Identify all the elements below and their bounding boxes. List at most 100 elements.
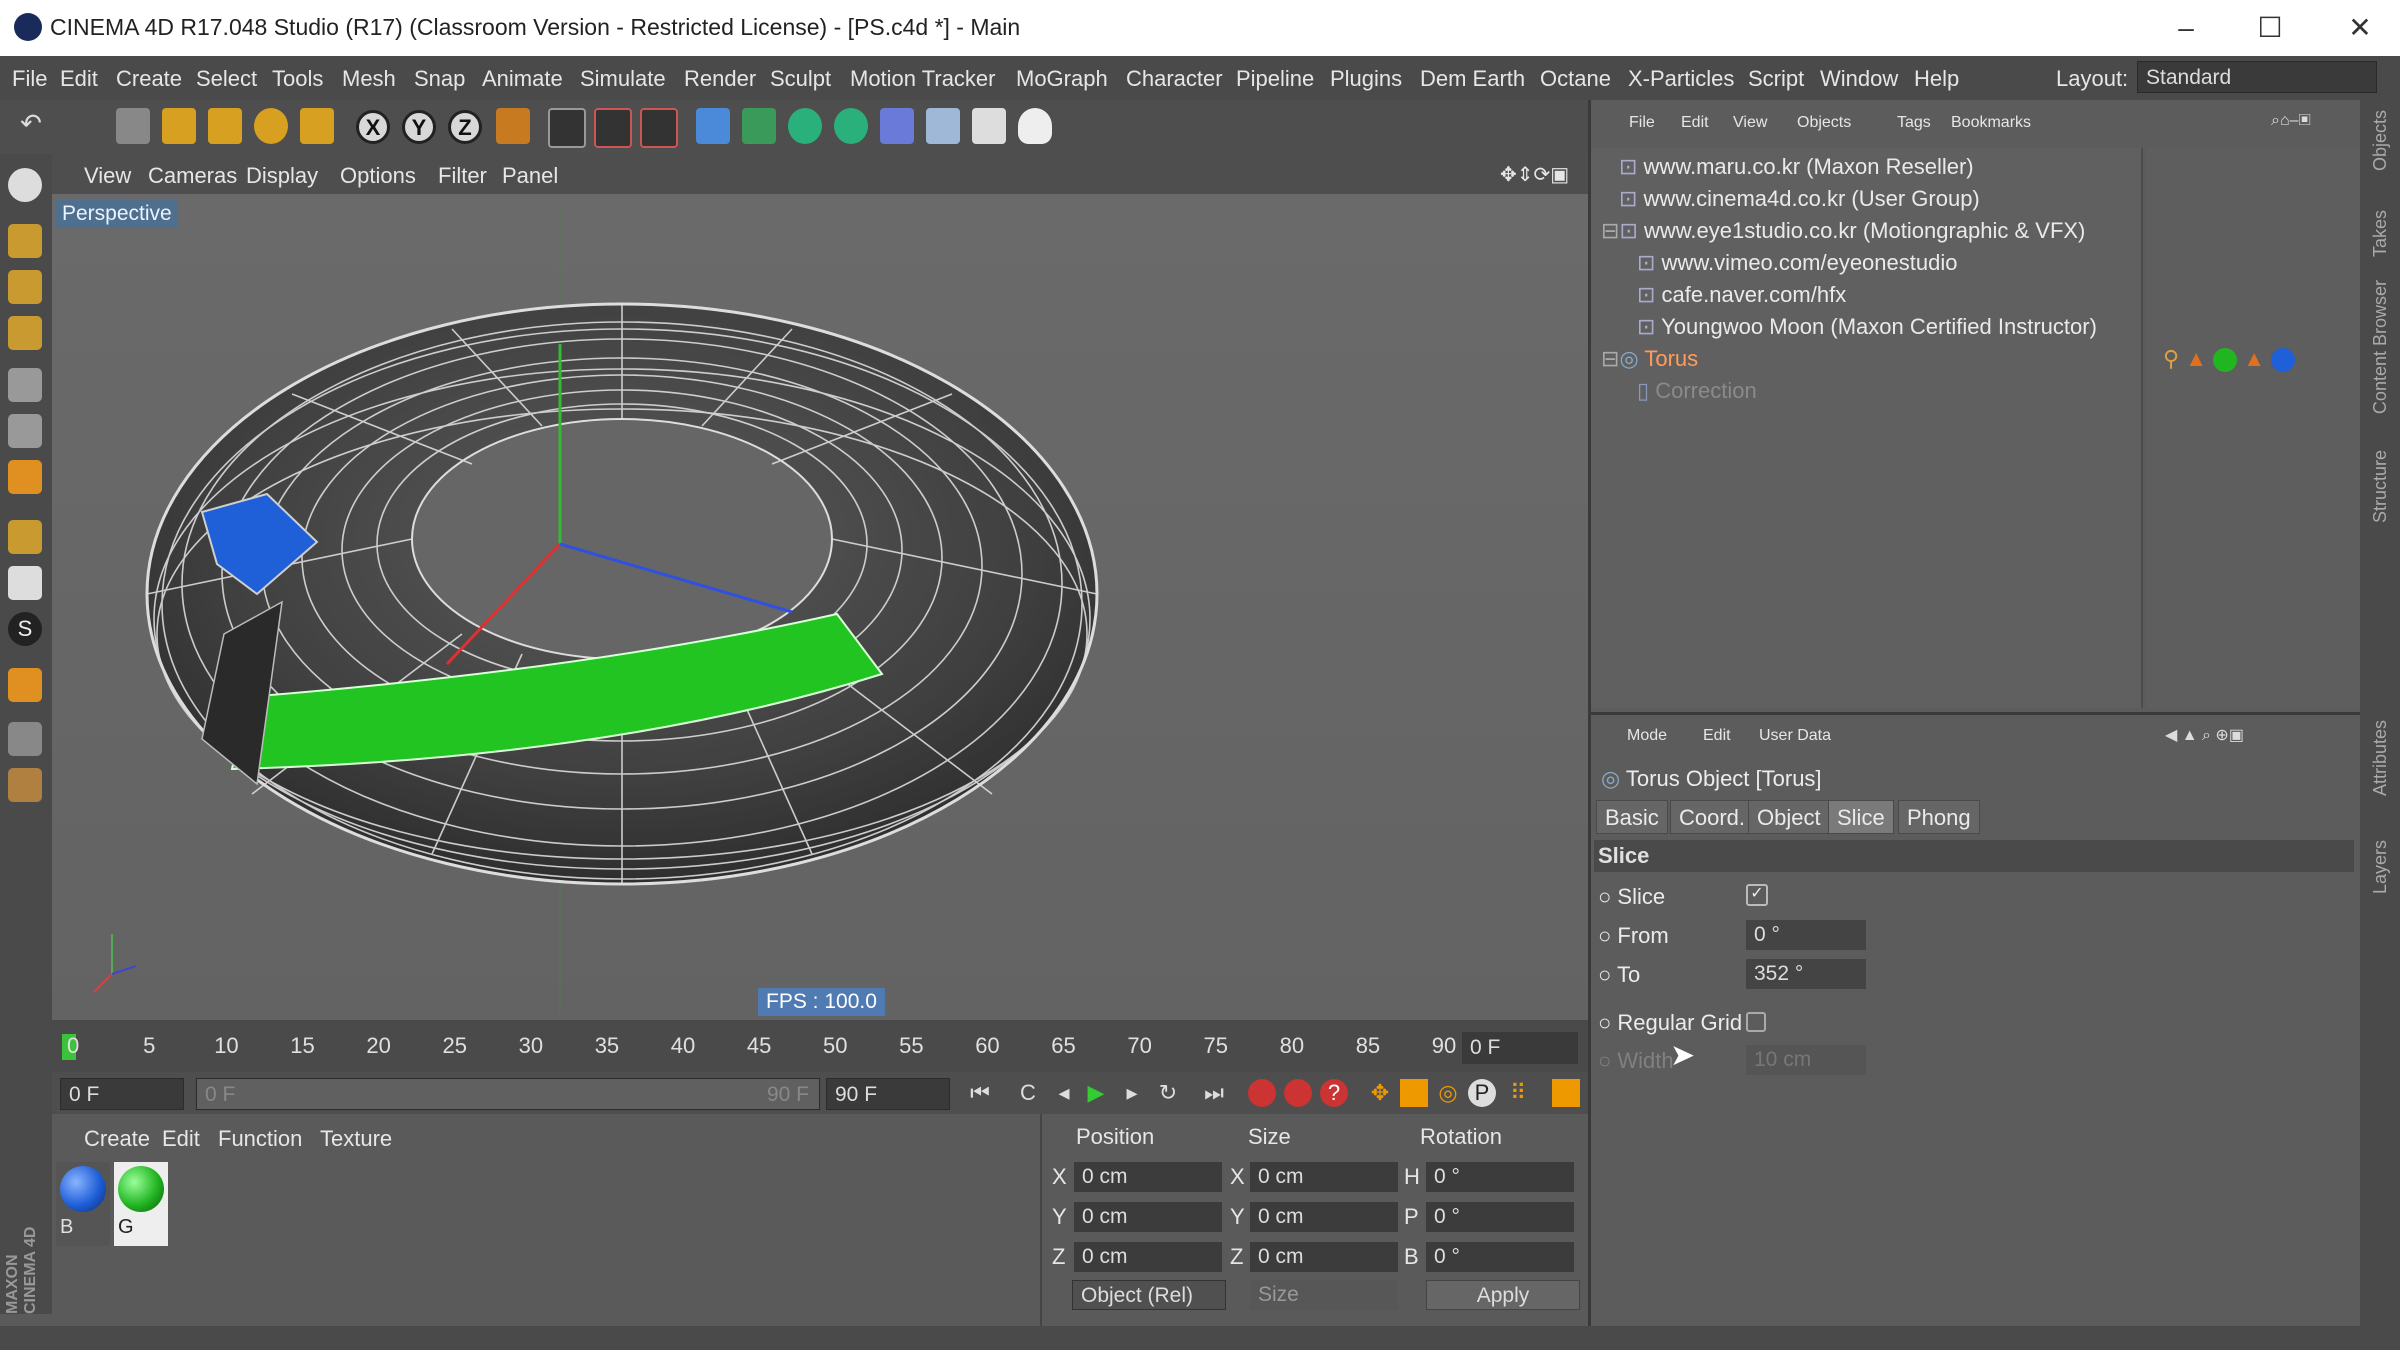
axis-mode-icon[interactable]	[8, 520, 42, 554]
menu-render[interactable]: Render	[684, 66, 756, 92]
play-forward-icon[interactable]: ▶	[1082, 1079, 1110, 1107]
x-axis-lock-icon[interactable]: X	[356, 110, 390, 144]
key-parameter-icon[interactable]: P	[1468, 1079, 1496, 1107]
menu-snap[interactable]: Snap	[414, 66, 465, 92]
coord-size-z-field[interactable]: 0 cm	[1250, 1242, 1398, 1272]
current-frame-field[interactable]: 0 F	[1462, 1032, 1578, 1064]
menu-simulate[interactable]: Simulate	[580, 66, 666, 92]
side-tab-structure[interactable]: Structure	[2370, 450, 2391, 523]
coord-rot-h-field[interactable]: 0 °	[1426, 1162, 1574, 1192]
object-item[interactable]: ⊡ www.vimeo.com/eyeonestudio	[1637, 250, 1957, 276]
from-field[interactable]: 0 °	[1746, 920, 1866, 950]
coord-apply-button[interactable]: Apply	[1426, 1280, 1580, 1310]
autokey-icon[interactable]	[1284, 1079, 1312, 1107]
coord-size-mode-select[interactable]: Size	[1250, 1280, 1398, 1310]
points-mode-icon[interactable]	[8, 368, 42, 402]
end-frame-field[interactable]: 90 F	[826, 1078, 950, 1110]
material-blue[interactable]: B	[56, 1162, 110, 1246]
object-item[interactable]: ⊡ Youngwoo Moon (Maxon Certified Instruc…	[1637, 314, 2097, 340]
coord-pos-z-field[interactable]: 0 cm	[1074, 1242, 1222, 1272]
object-item[interactable]: ⊟⊡ www.eye1studio.co.kr (Motiongraphic &…	[1601, 218, 2085, 244]
texture-mode-icon[interactable]	[8, 270, 42, 304]
regular-grid-checkbox[interactable]	[1746, 1012, 1766, 1032]
objects-menu-tags[interactable]: Tags	[1897, 114, 1931, 132]
menu-create[interactable]: Create	[116, 66, 182, 92]
viewport-menu-cameras[interactable]: Cameras	[148, 163, 237, 189]
material-menu-texture[interactable]: Texture	[320, 1126, 392, 1152]
render-view-icon[interactable]	[548, 108, 586, 148]
light-icon[interactable]	[1018, 108, 1052, 144]
side-tab-layers[interactable]: Layers	[2370, 840, 2391, 894]
3d-viewport[interactable]: Perspective FPS: 100.0	[52, 194, 1588, 1020]
menu-file[interactable]: File	[12, 66, 47, 92]
coord-mode-select[interactable]: Object (Rel)	[1072, 1280, 1226, 1310]
menu-select[interactable]: Select	[196, 66, 257, 92]
side-tab-content-browser[interactable]: Content Browser	[2370, 280, 2391, 414]
make-editable-icon[interactable]	[8, 168, 42, 202]
viewport-menu-view[interactable]: View	[84, 163, 131, 189]
phong-tag-icon[interactable]: ⚲	[2163, 346, 2179, 371]
deformer-icon[interactable]	[880, 108, 914, 144]
object-item-torus[interactable]: ⊟◎ Torus	[1601, 346, 1698, 372]
objects-search-icon[interactable]: ⌕⌂–▣	[2271, 112, 2311, 130]
material-menu-function[interactable]: Function	[218, 1126, 302, 1152]
y-axis-lock-icon[interactable]: Y	[402, 110, 436, 144]
menu-pipeline[interactable]: Pipeline	[1236, 66, 1314, 92]
subdivision-surface-icon[interactable]	[788, 108, 822, 144]
menu-window[interactable]: Window	[1820, 66, 1898, 92]
object-item[interactable]: ⊡ cafe.naver.com/hfx	[1637, 282, 1846, 308]
menu-plugins[interactable]: Plugins	[1330, 66, 1402, 92]
render-settings-icon[interactable]	[640, 108, 678, 148]
side-tab-objects[interactable]: Objects	[2370, 110, 2391, 171]
workplane-lock-icon[interactable]	[8, 722, 42, 756]
snap-magnet-icon[interactable]	[8, 668, 42, 702]
floor-scene-icon[interactable]	[926, 108, 960, 144]
tab-coord[interactable]: Coord.	[1670, 800, 1755, 834]
coord-pos-x-field[interactable]: 0 cm	[1074, 1162, 1222, 1192]
pen-spline-icon[interactable]	[742, 108, 776, 144]
minimize-button[interactable]: –	[2156, 8, 2216, 48]
cloner-icon[interactable]	[834, 108, 868, 144]
keyframe-selection-icon[interactable]: ?	[1320, 1079, 1348, 1107]
rotate-tool-icon[interactable]	[254, 108, 288, 144]
maximize-button[interactable]: ☐	[2240, 8, 2300, 48]
cube-primitive-icon[interactable]	[696, 108, 730, 144]
objects-menu-objects[interactable]: Objects	[1797, 114, 1851, 132]
key-rotation-icon[interactable]: ◎	[1434, 1079, 1462, 1107]
viewport-menu-options[interactable]: Options	[340, 163, 416, 189]
z-axis-lock-icon[interactable]: Z	[448, 110, 482, 144]
to-field[interactable]: 352 °	[1746, 959, 1866, 989]
selection-tag-icon[interactable]: ▲	[2185, 346, 2207, 371]
coord-size-y-field[interactable]: 0 cm	[1250, 1202, 1398, 1232]
material-green[interactable]: G	[114, 1162, 168, 1246]
move-tool-icon[interactable]	[162, 108, 196, 144]
material-tag-green-icon[interactable]	[2213, 348, 2238, 373]
key-scale-icon[interactable]	[1400, 1079, 1428, 1107]
key-pla-icon[interactable]: ⠿	[1504, 1079, 1532, 1107]
recent-tool-icon[interactable]	[300, 108, 334, 144]
attr-menu-mode[interactable]: Mode	[1627, 727, 1667, 745]
next-key-icon[interactable]: ↻	[1154, 1079, 1182, 1107]
key-position-icon[interactable]: ✥	[1366, 1079, 1394, 1107]
selection-tag-icon[interactable]: ▲	[2243, 346, 2265, 371]
timeline-layout-icon[interactable]	[1552, 1079, 1580, 1107]
material-menu-edit[interactable]: Edit	[162, 1126, 200, 1152]
menu-edit[interactable]: Edit	[60, 66, 98, 92]
camera-icon[interactable]	[972, 108, 1006, 144]
viewport-menu-panel[interactable]: Panel	[502, 163, 558, 189]
object-item[interactable]: ⊡ www.maru.co.kr (Maxon Reseller)	[1619, 154, 1974, 180]
material-menu-create[interactable]: Create	[84, 1126, 150, 1152]
tab-phong[interactable]: Phong	[1898, 800, 1980, 834]
side-tab-attributes[interactable]: Attributes	[2370, 720, 2391, 796]
objects-menu-view[interactable]: View	[1733, 114, 1767, 132]
slice-checkbox[interactable]: ✓	[1746, 884, 1768, 906]
menu-script[interactable]: Script	[1748, 66, 1804, 92]
viewport-nav-icon[interactable]: ✥⇕⟳▣	[1500, 162, 1569, 187]
coord-rot-p-field[interactable]: 0 °	[1426, 1202, 1574, 1232]
model-mode-icon[interactable]	[8, 224, 42, 258]
menu-help[interactable]: Help	[1914, 66, 1959, 92]
previous-frame-icon[interactable]: ◂	[1050, 1079, 1078, 1107]
attr-menu-edit[interactable]: Edit	[1703, 727, 1731, 745]
go-to-end-icon[interactable]: ⏭	[1200, 1079, 1228, 1107]
polygons-mode-icon[interactable]	[8, 460, 42, 494]
